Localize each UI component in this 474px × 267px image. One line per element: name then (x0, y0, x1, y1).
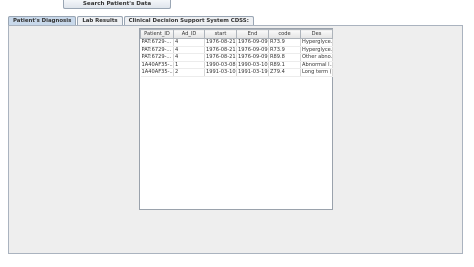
cell-code: Z79.4 (268, 68, 301, 77)
cell-end: 1976-09-09 (236, 53, 269, 62)
table-row[interactable]: 1A40AF35-... 2 1991-03-10 1991-03-19 Z79… (140, 68, 333, 77)
tab-bar: Patient's Diagnosis Lab Results Clinical… (8, 16, 255, 25)
cell-patient-id: PAT:6729-... (140, 46, 174, 55)
cell-end: 1976-09-09 (236, 46, 269, 55)
cell-end: 1990-03-10 (236, 61, 269, 70)
cell-patient-id: PAT:6729-... (140, 53, 174, 62)
cell-code: R73.9 (268, 46, 301, 55)
table-row[interactable]: PAT:6729-... 4 1976-08-21 1976-09-09 R73… (140, 38, 333, 47)
cell-start: 1976-08-21 (204, 38, 237, 47)
diagnosis-table: Patient_ID Ad_ID start End code Des PAT:… (140, 29, 333, 77)
column-header-ad-id[interactable]: Ad_ID (173, 29, 205, 39)
column-header-start[interactable]: start (204, 29, 237, 39)
cell-end: 1976-09-09 (236, 38, 269, 47)
diagnosis-table-scrollpane[interactable]: Patient_ID Ad_ID start End code Des PAT:… (139, 28, 333, 210)
column-header-des[interactable]: Des (300, 29, 333, 39)
cell-start: 1990-03-08 (204, 61, 237, 70)
cell-des: Hyperglyce... (300, 46, 333, 55)
table-row[interactable]: PAT:6729-... 4 1976-08-21 1976-09-09 R73… (140, 46, 333, 55)
cell-patient-id: PAT:6729-... (140, 38, 174, 47)
cell-des: Hyperglyce... (300, 38, 333, 47)
cell-start: 1991-03-10 (204, 68, 237, 77)
cell-code: R73.9 (268, 38, 301, 47)
cell-end: 1991-03-19 (236, 68, 269, 77)
tab-patients-diagnosis[interactable]: Patient's Diagnosis (8, 16, 77, 25)
table-row[interactable]: PAT:6729-... 4 1976-08-21 1976-09-09 R89… (140, 53, 333, 62)
search-patient-data-button[interactable]: Search Patient's Data (63, 0, 171, 9)
cell-ad-id: 1 (173, 61, 205, 70)
cell-ad-id: 4 (173, 53, 205, 62)
cell-des: Abnormal l... (300, 61, 333, 70)
cell-ad-id: 4 (173, 46, 205, 55)
cell-code: R89.8 (268, 53, 301, 62)
column-header-end[interactable]: End (236, 29, 269, 39)
column-header-patient-id[interactable]: Patient_ID (140, 29, 174, 39)
cell-start: 1976-08-21 (204, 46, 237, 55)
diagnosis-panel: Patient_ID Ad_ID start End code Des PAT:… (8, 25, 463, 254)
cell-patient-id: 1A40AF35-... (140, 68, 174, 77)
tab-lab-results[interactable]: Lab Results (77, 16, 123, 25)
tab-cdss[interactable]: Clinical Decision Support System CDSS: (123, 16, 254, 25)
table-row[interactable]: 1A40AF35-... 1 1990-03-08 1990-03-10 R89… (140, 61, 333, 70)
cell-des: Long term (... (300, 68, 333, 77)
cell-patient-id: 1A40AF35-... (140, 61, 174, 70)
cell-start: 1976-08-21 (204, 53, 237, 62)
cell-des: Other abno... (300, 53, 333, 62)
table-header-row: Patient_ID Ad_ID start End code Des (140, 29, 333, 39)
column-header-code[interactable]: code (268, 29, 301, 39)
cell-code: R89.1 (268, 61, 301, 70)
cell-ad-id: 4 (173, 38, 205, 47)
cell-ad-id: 2 (173, 68, 205, 77)
